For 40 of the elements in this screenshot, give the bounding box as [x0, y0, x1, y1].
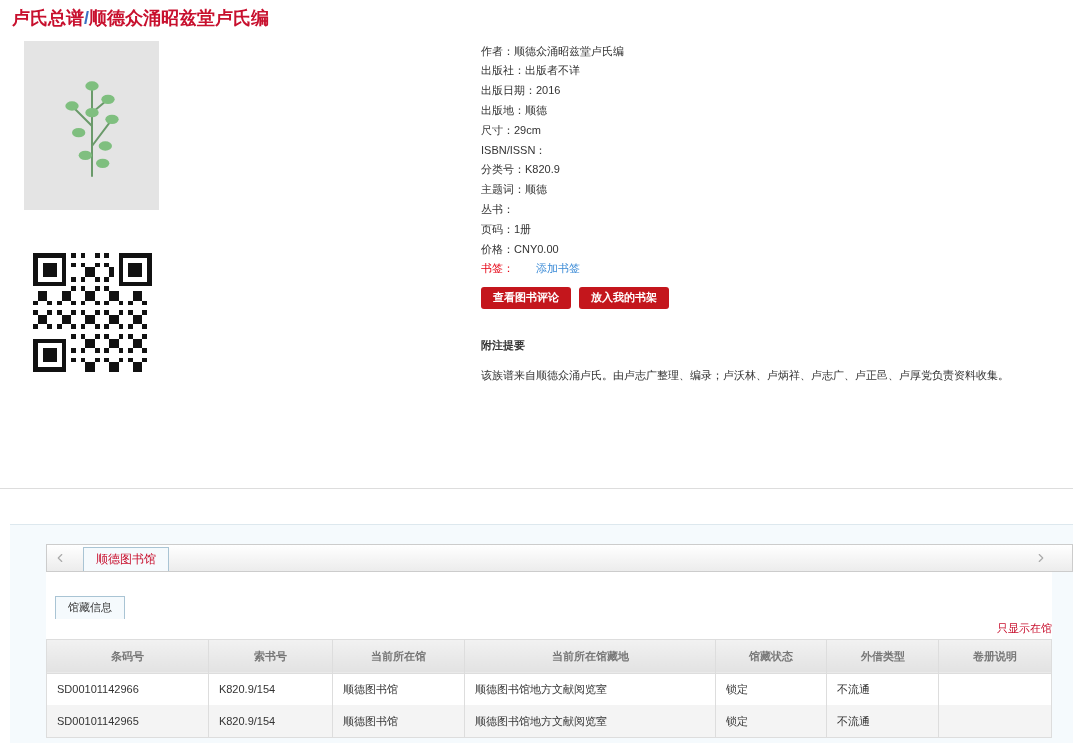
detail-field: 价格：CNY0.00 — [481, 240, 559, 258]
column-header: 索书号 — [208, 639, 333, 674]
detail-field: 出版日期：2016 — [481, 82, 561, 99]
column-header: 馆藏状态 — [715, 639, 827, 674]
detail-field: 出版地：顺德 — [481, 102, 547, 119]
detail-field: 出版社：出版者不详 — [481, 62, 580, 79]
detail-field: 作者：顺德众涌昭兹堂卢氏编 — [481, 42, 624, 60]
detail-field: 丛书： — [481, 201, 514, 218]
column-header: 卷册说明 — [938, 639, 1052, 674]
table-cell: 顺德图书馆地方文献阅览室 — [474, 683, 607, 696]
column-header: 当前所在馆藏地 — [464, 639, 716, 674]
table-cell: K820.9/154 — [218, 714, 276, 727]
table-cell: 顺德图书馆 — [342, 714, 398, 727]
detail-field: ISBN/ISSN： — [481, 141, 547, 159]
detail-field: 主题词：顺德 — [481, 181, 547, 198]
add-bookmark-link[interactable]: 添加书签 — [536, 260, 580, 277]
holdings-tab[interactable]: 馆藏信息 — [55, 595, 125, 619]
table-cell: 顺德图书馆 — [342, 683, 398, 696]
detail-field: 页码：1册 — [481, 220, 532, 238]
notes-heading: 附注提要 — [481, 337, 526, 353]
table-cell: 锁定 — [726, 683, 749, 696]
action-button[interactable]: 查看图书评论 — [481, 286, 571, 309]
table-cell: SD00101142966 — [57, 683, 139, 696]
column-header: 外借类型 — [826, 639, 939, 674]
table-cell: 顺德图书馆地方文献阅览室 — [474, 714, 607, 727]
detail-field: 分类号：K820.9 — [481, 161, 560, 178]
table-cell: K820.9/154 — [218, 683, 276, 696]
detail-field: 尺寸：29cm — [481, 121, 541, 139]
table-cell: SD00101142965 — [57, 714, 139, 727]
table-cell: 不流通 — [837, 683, 871, 696]
table-cell: 不流通 — [837, 714, 871, 727]
detail-label: 书签： — [481, 261, 514, 277]
library-tab[interactable]: 顺德图书馆 — [83, 546, 169, 571]
book-title: 卢氏总谱/顺德众涌昭兹堂卢氏编 — [11, 7, 270, 29]
column-header: 条码号 — [46, 639, 209, 674]
column-header: 当前所在馆 — [332, 639, 465, 674]
show-in-library-link[interactable]: 只显示在馆 — [997, 620, 1052, 637]
notes-text: 该族谱来自顺德众涌卢氏。由卢志广整理、编录；卢沃林、卢炳祥、卢志广、卢正邑、卢厚党负责资料收集。 — [481, 368, 1009, 384]
action-button[interactable]: 放入我的书架 — [579, 286, 669, 309]
table-cell: 锁定 — [726, 714, 749, 727]
